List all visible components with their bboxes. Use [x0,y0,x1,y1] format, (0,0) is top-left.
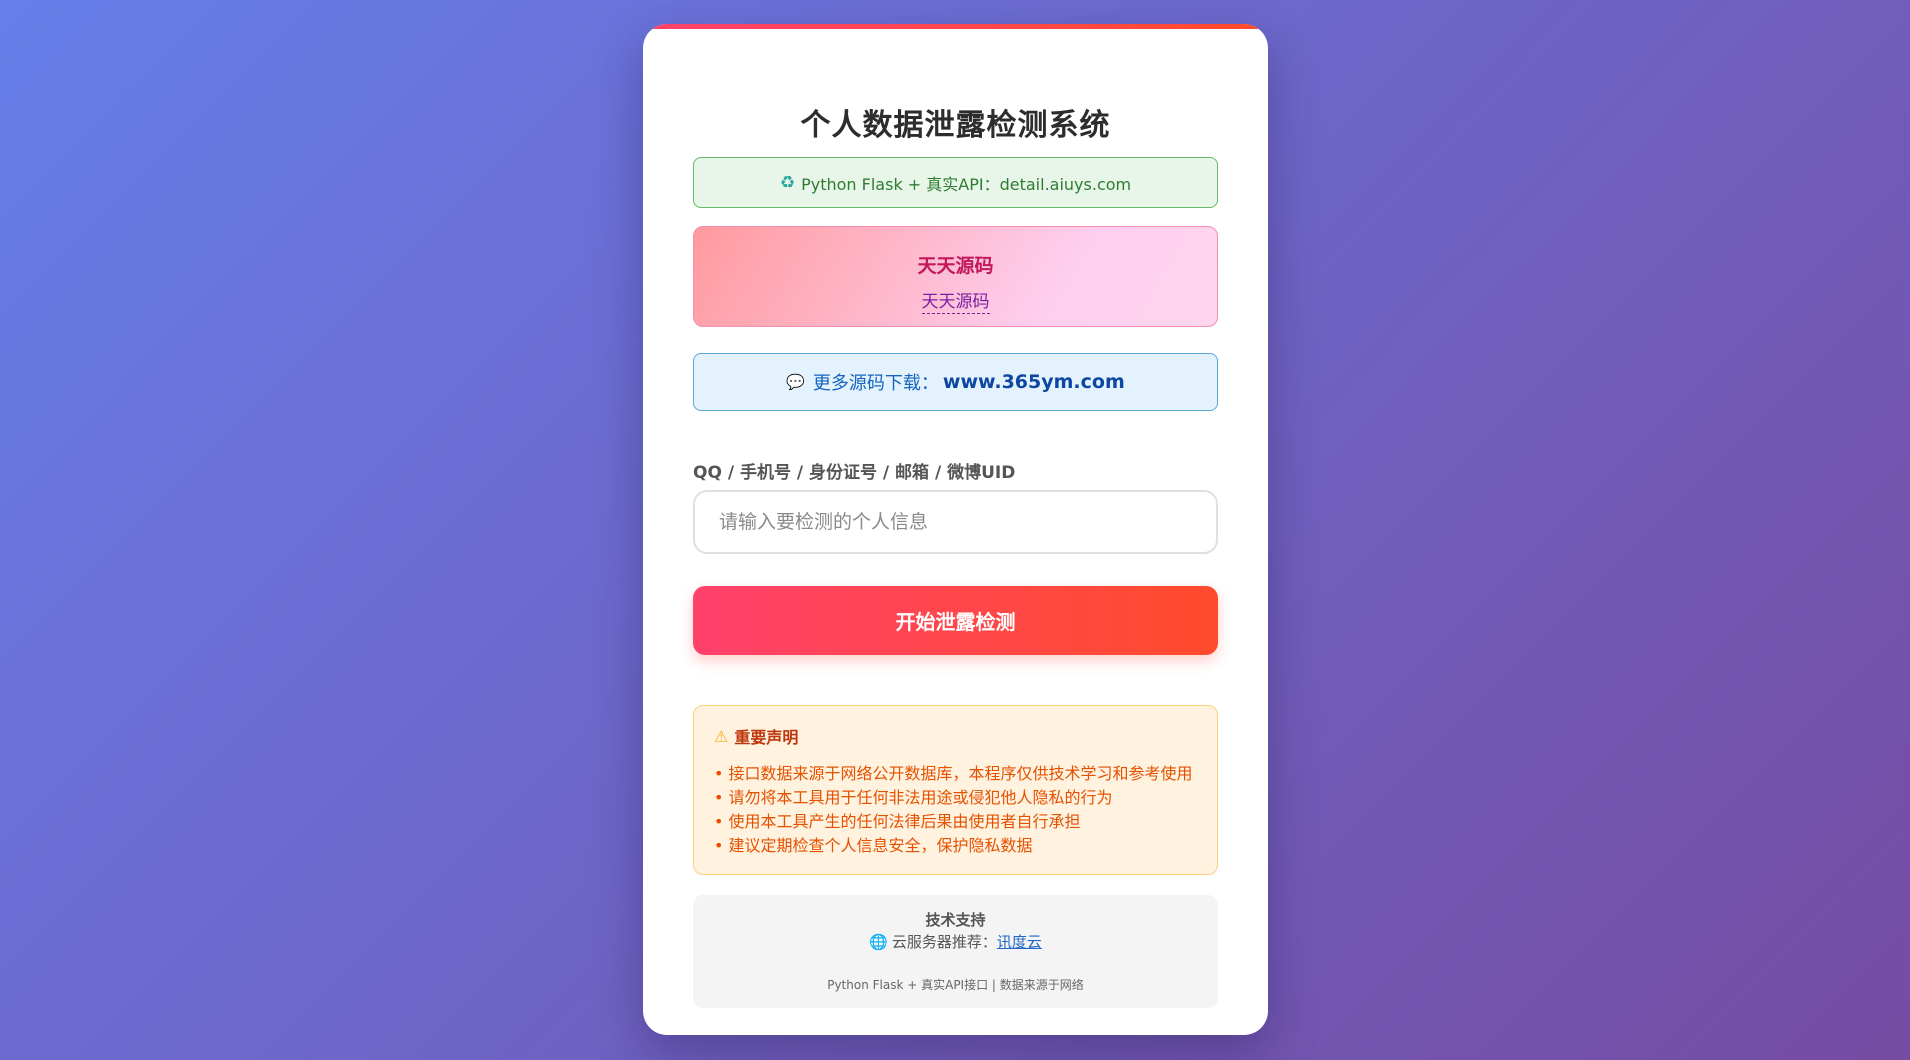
api-notice: ♻ Python Flask + 真实API：detail.aiuys.com [693,157,1218,208]
promo-title: 天天源码 [917,255,994,277]
disclaimer-item: 建议定期检查个人信息安全，保护隐私数据 [714,834,1197,858]
disclaimer-title: 重要声明 [734,728,799,747]
disclaimer-list: 接口数据来源于网络公开数据库，本程序仅供技术学习和参考使用 请勿将本工具用于任何… [714,762,1197,858]
page-title: 个人数据泄露检测系统 [800,108,1111,143]
server-recommendation: 🌐 云服务器推荐：讯度云 [693,931,1218,952]
api-notice-text: Python Flask + 真实API：detail.aiuys.com [801,174,1132,194]
footer-title: 技术支持 [925,911,986,929]
footer-panel: 技术支持 🌐 云服务器推荐：讯度云 Python Flask + 真实API接口 … [693,895,1218,1008]
download-banner: 💬 更多源码下载： www.365ym.com [693,353,1218,411]
promo-link[interactable]: 天天源码 [921,292,990,314]
start-detection-button[interactable]: 开始泄露检测 [693,586,1218,655]
disclaimer-item: 使用本工具产生的任何法律后果由使用者自行承担 [714,810,1197,834]
recycle-icon: ♻ [779,172,796,193]
footer-note: Python Flask + 真实API接口 | 数据来源于网络 [827,978,1084,992]
detection-card: 个人数据泄露检测系统 ♻ Python Flask + 真实API：detail… [643,24,1268,1035]
download-site: www.365ym.com [942,371,1125,393]
disclaimer-item: 请勿将本工具用于任何非法用途或侵犯他人隐私的行为 [714,786,1197,810]
warning-icon: ⚠ [714,726,729,746]
download-prefix: 更多源码下载： [812,373,939,394]
card-accent-bar [643,24,1268,29]
server-prefix: 云服务器推荐： [891,933,997,951]
disclaimer-box: ⚠ 重要声明 接口数据来源于网络公开数据库，本程序仅供技术学习和参考使用 请勿将… [693,705,1218,875]
disclaimer-item: 接口数据来源于网络公开数据库，本程序仅供技术学习和参考使用 [714,762,1197,786]
promo-banner: 天天源码 天天源码 [693,226,1218,327]
disclaimer-header: ⚠ 重要声明 [714,724,1197,748]
query-label: QQ / 手机号 / 身份证号 / 邮箱 / 微博UID [693,463,1016,483]
speech-bubble-icon: 💬 [786,373,805,391]
server-link[interactable]: 讯度云 [997,933,1042,951]
query-input[interactable] [693,490,1218,554]
globe-icon: 🌐 [869,933,888,951]
